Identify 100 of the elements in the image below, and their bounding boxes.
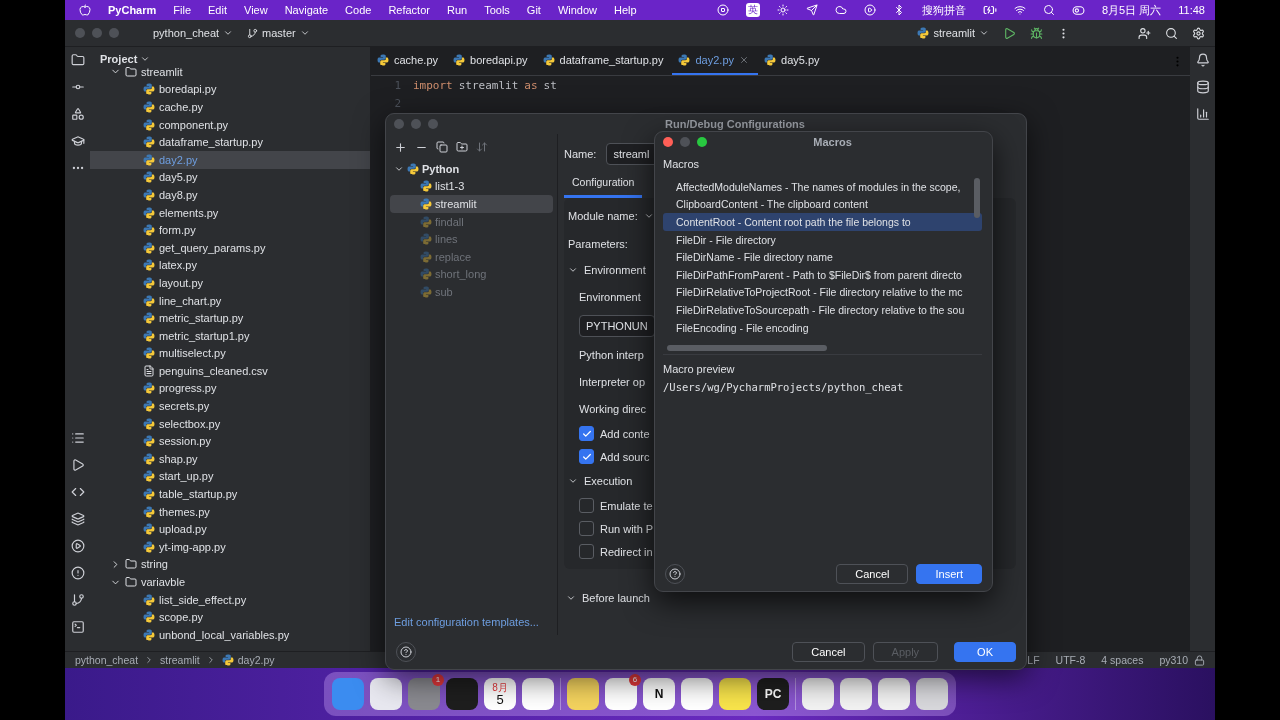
notifications-icon[interactable] — [1195, 53, 1210, 67]
tree-item[interactable]: layout.py — [90, 274, 370, 292]
expand-chevron-icon[interactable] — [566, 593, 576, 603]
macro-item[interactable]: ContentRoot - Content root path the file belongs to — [663, 213, 982, 231]
chart-icon[interactable] — [1195, 107, 1210, 121]
tree-item[interactable]: shap.py — [90, 450, 370, 468]
add-user-icon[interactable] — [1138, 26, 1151, 40]
tree-item[interactable]: elements.py — [90, 203, 370, 222]
menu-item[interactable]: Edit — [208, 4, 227, 16]
search-icon[interactable] — [1165, 26, 1178, 40]
config-item[interactable]: list1-3 — [390, 177, 553, 196]
dock-icon[interactable] — [878, 678, 910, 710]
macro-item[interactable]: FileDirRelativeToProjectRoot - File directory relative to the mc — [663, 283, 982, 302]
scrollbar[interactable] — [667, 345, 827, 351]
menu-item[interactable]: View — [244, 4, 268, 16]
run-icon[interactable] — [70, 458, 85, 472]
macro-item[interactable]: FileDirPathFromParent - Path to $FileDir$ from parent directo — [663, 265, 982, 284]
tree-item[interactable]: dataframe_startup.py — [90, 133, 370, 151]
checkbox[interactable] — [579, 449, 594, 464]
git-icon[interactable] — [70, 593, 85, 607]
macro-item[interactable]: FileEncoding - File encoding — [663, 318, 982, 337]
tree-item[interactable]: latex.py — [90, 256, 370, 275]
settings-icon[interactable] — [1192, 26, 1205, 40]
dropdown-chevron-icon[interactable] — [140, 54, 151, 64]
dock-icon[interactable] — [719, 678, 751, 710]
tree-item[interactable]: line_chart.py — [90, 291, 370, 310]
status-item[interactable]: py310 — [1159, 654, 1188, 666]
tree-item[interactable]: progress.py — [90, 379, 370, 398]
console-icon[interactable] — [70, 485, 85, 499]
editor-tab[interactable]: cache.py — [371, 47, 448, 75]
dialog-button[interactable]: Cancel — [836, 564, 909, 584]
macro-item[interactable]: FileDirName - File directory name — [663, 248, 982, 266]
checkbox[interactable] — [579, 426, 594, 441]
run-icon[interactable] — [1003, 26, 1016, 40]
expand-chevron-icon[interactable] — [568, 476, 578, 486]
menu-item[interactable]: Git — [526, 4, 541, 16]
checkbox[interactable] — [579, 521, 594, 536]
tree-item[interactable]: Python — [422, 162, 460, 175]
dropdown-chevron-icon[interactable] — [643, 211, 654, 221]
search-icon[interactable] — [1043, 4, 1055, 16]
record-icon[interactable] — [717, 4, 729, 16]
checkbox[interactable] — [579, 544, 594, 559]
dock-icon[interactable] — [840, 678, 872, 710]
tree-item[interactable]: penguins_cleaned.csv — [90, 362, 370, 380]
tree-item[interactable]: day5.py — [90, 168, 370, 187]
macro-item[interactable]: ClipboardContent - The clipboard content — [663, 195, 982, 214]
tree-item[interactable]: multiselect.py — [90, 344, 370, 363]
battery-icon[interactable] — [983, 3, 997, 17]
dialog-button[interactable]: Insert — [916, 564, 982, 584]
tree-item[interactable]: cache.py — [90, 98, 370, 116]
macro-item[interactable]: AffectedModuleNames - The names of modules in the scope, — [663, 178, 982, 196]
breadcrumb[interactable]: day2.py — [221, 654, 275, 666]
menu-item[interactable]: Window — [557, 4, 597, 16]
input-badge[interactable]: 英 — [746, 3, 760, 17]
tree-item[interactable]: streamlit — [141, 65, 183, 78]
config-item[interactable]: streamlit — [390, 195, 553, 213]
copy-icon[interactable] — [436, 141, 448, 153]
menu-item[interactable]: Help — [614, 4, 637, 16]
tree-item[interactable]: component.py — [90, 115, 370, 134]
editor-tab[interactable]: boredapi.py — [447, 47, 537, 75]
tree-item[interactable]: list_side_effect.py — [90, 590, 370, 609]
close-icon[interactable] — [739, 55, 749, 65]
dock-icon[interactable]: 8月 5 — [484, 678, 516, 710]
dock-icon[interactable] — [446, 678, 478, 710]
tree-item[interactable]: form.py — [90, 221, 370, 239]
database-icon[interactable] — [1195, 80, 1210, 94]
app-menu[interactable]: PyCharm — [108, 4, 157, 16]
menu-item[interactable]: Tools — [484, 4, 510, 16]
dock-icon[interactable]: N — [643, 678, 675, 710]
dock-icon[interactable] — [916, 678, 948, 710]
cloud-icon[interactable] — [835, 4, 847, 16]
bluetooth-icon[interactable] — [893, 4, 905, 16]
menu-item[interactable]: File — [173, 4, 192, 16]
input-field[interactable]: PYTHONUN — [579, 314, 655, 337]
new-folder-icon[interactable] — [456, 141, 468, 153]
checkbox[interactable] — [579, 498, 594, 513]
macro-item[interactable]: FileDirRelativeToSourcepath - File directory relative to the sou — [663, 301, 982, 319]
editor-tab[interactable]: day5.py — [758, 47, 829, 75]
menu-item[interactable]: Run — [446, 4, 468, 16]
project-selector[interactable]: python_cheat — [153, 27, 234, 39]
tree-item[interactable]: metric_startup.py — [90, 309, 370, 327]
dock-icon[interactable] — [802, 678, 834, 710]
window-close[interactable] — [663, 137, 673, 147]
brightness-icon[interactable] — [777, 4, 789, 16]
list-icon[interactable] — [70, 431, 85, 445]
dock-icon[interactable]: PC — [757, 678, 789, 710]
tree-item[interactable]: selectbox.py — [90, 414, 370, 433]
dock-icon[interactable] — [522, 678, 554, 710]
add-icon[interactable] — [394, 140, 407, 154]
tree-item[interactable]: day8.py — [90, 186, 370, 204]
terminal-icon[interactable] — [70, 620, 85, 634]
status-item[interactable]: UTF-8 — [1055, 654, 1086, 666]
menu-item[interactable]: Navigate — [284, 4, 329, 16]
dock-icon[interactable] — [681, 678, 713, 710]
menu-time[interactable]: 11:48 — [1178, 4, 1205, 16]
branch-selector[interactable]: master — [247, 27, 310, 39]
services-icon[interactable] — [70, 539, 85, 553]
expand-chevron-icon[interactable] — [568, 265, 578, 275]
tree-item[interactable]: scope.py — [90, 608, 370, 626]
apple-icon[interactable] — [79, 4, 91, 16]
